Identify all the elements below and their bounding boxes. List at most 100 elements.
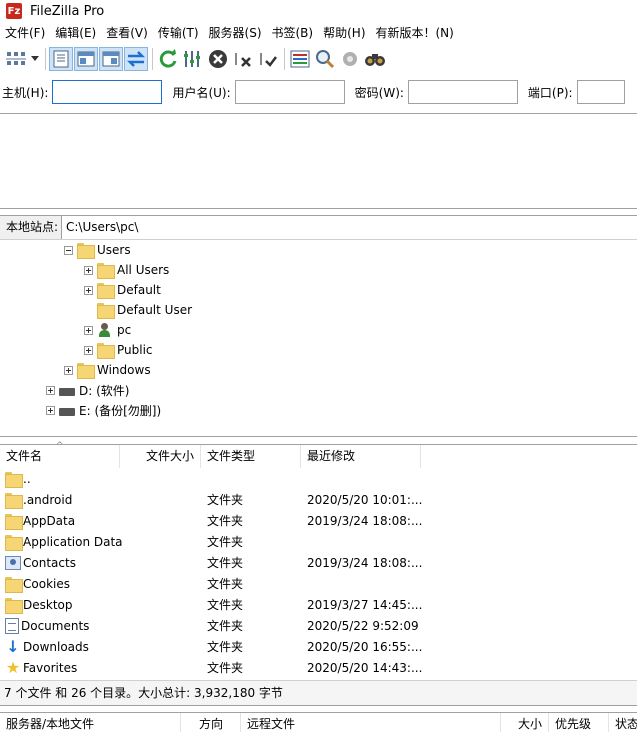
toolbar-separator: [284, 48, 285, 70]
collapse-icon[interactable]: [64, 245, 73, 255]
toolbar-separator: [45, 48, 46, 70]
downloads-arrow-icon: ↓: [6, 636, 20, 656]
folder-icon: [77, 363, 95, 379]
toggle-log-icon[interactable]: [49, 47, 73, 71]
folder-icon: [5, 492, 23, 509]
password-input[interactable]: [407, 80, 518, 104]
list-item[interactable]: AppData 文件夹 2019/3/24 18:08:...: [0, 510, 637, 531]
folder-icon: [97, 263, 115, 279]
file-list-header: ^ 文件名 文件大小 文件类型 最近修改: [0, 441, 637, 468]
folder-icon: [97, 303, 115, 319]
list-item[interactable]: ↓ Downloads 文件夹 2020/5/20 16:55:...: [0, 636, 637, 657]
disconnect-icon[interactable]: [231, 47, 255, 71]
local-path-input[interactable]: C:\Users\pc\: [62, 216, 637, 239]
username-label: 用户名(U):: [172, 85, 231, 100]
column-header-priority[interactable]: 优先级: [549, 712, 609, 732]
host-input[interactable]: [52, 80, 163, 104]
tree-node-users[interactable]: Users: [64, 240, 131, 260]
column-header-direction[interactable]: 方向: [181, 712, 241, 732]
column-header-size[interactable]: 大小: [501, 712, 549, 732]
password-label: 密码(W):: [354, 85, 404, 100]
toggle-sync-browsing-icon[interactable]: [313, 47, 337, 71]
list-item[interactable]: .android 文件夹 2020/5/20 10:01:...: [0, 489, 637, 510]
expand-icon[interactable]: [46, 385, 55, 395]
user-folder-icon: [97, 322, 113, 338]
list-item[interactable]: Documents 文件夹 2020/5/22 9:52:09: [0, 615, 637, 636]
menu-edit[interactable]: 编辑(E): [50, 23, 101, 43]
toggle-queue-icon[interactable]: [124, 47, 148, 71]
menu-new-version[interactable]: 有新版本！(N): [371, 23, 459, 43]
folder-icon: [97, 283, 115, 299]
list-item[interactable]: ..: [0, 468, 637, 489]
port-label: 端口(P):: [527, 85, 573, 100]
quickconnect-bar: 主机(H): 用户名(U): 密码(W): 端口(P):: [0, 76, 637, 108]
toolbar-separator: [152, 48, 153, 70]
site-manager-icon[interactable]: [4, 47, 28, 71]
folder-icon: [97, 343, 115, 359]
expand-icon[interactable]: [84, 285, 93, 295]
expand-icon[interactable]: [84, 325, 93, 335]
list-item[interactable]: Cookies 文件夹: [0, 573, 637, 594]
window-title: FileZilla Pro: [30, 3, 105, 19]
list-item[interactable]: Contacts 文件夹 2019/3/24 18:08:...: [0, 552, 637, 573]
column-header-size[interactable]: 文件大小: [120, 445, 201, 468]
menu-bar: 文件(F) 编辑(E) 查看(V) 传输(T) 服务器(S) 书签(B) 帮助(…: [0, 22, 637, 44]
refresh-icon[interactable]: [156, 47, 180, 71]
folder-icon: [5, 471, 23, 488]
menu-view[interactable]: 查看(V): [101, 23, 153, 43]
directory-listing-filter-icon[interactable]: [288, 47, 312, 71]
list-item[interactable]: Application Data 文件夹: [0, 531, 637, 552]
expand-icon[interactable]: [46, 405, 55, 415]
drive-icon: [59, 408, 75, 416]
tree-node-all-users[interactable]: All Users: [84, 260, 169, 280]
tree-node-pc[interactable]: pc: [84, 320, 131, 340]
transfer-queue-header: 服务器/本地文件 方向 远程文件 大小 优先级 状态: [0, 712, 637, 732]
toggle-local-tree-icon[interactable]: [74, 47, 98, 71]
menu-bookmarks[interactable]: 书签(B): [267, 23, 319, 43]
dropdown-arrow-icon[interactable]: [29, 47, 41, 71]
local-site-bar: 本地站点: C:\Users\pc\: [0, 215, 637, 239]
search-remote-icon[interactable]: [363, 47, 387, 71]
folder-icon: [5, 534, 23, 551]
message-log[interactable]: [0, 113, 637, 209]
tree-node-drive-d[interactable]: D: (软件): [46, 380, 129, 400]
local-file-list: .. .android 文件夹 2020/5/20 10:01:... AppD…: [0, 468, 637, 680]
filezilla-logo-icon: Fz: [6, 3, 22, 19]
column-header-modified[interactable]: 最近修改: [301, 445, 421, 468]
dir-compare-icon[interactable]: [338, 47, 362, 71]
folder-icon: [5, 513, 23, 530]
folder-icon: [5, 576, 23, 593]
expand-icon[interactable]: [84, 265, 93, 275]
column-header-status[interactable]: 状态: [609, 713, 637, 732]
local-directory-tree: Users All Users Default Default User pc …: [0, 239, 637, 437]
sort-ascending-icon: ^: [56, 441, 64, 451]
favorites-star-icon: ★: [5, 657, 21, 677]
expand-icon[interactable]: [64, 365, 73, 375]
port-input[interactable]: [576, 80, 625, 104]
contacts-icon: [5, 555, 21, 570]
toggle-remote-tree-icon[interactable]: [99, 47, 123, 71]
reconnect-icon[interactable]: [256, 47, 280, 71]
local-status-line: 7 个文件 和 26 个目录。大小总计: 3,932,180 字节: [0, 680, 637, 706]
column-header-remote-file[interactable]: 远程文件: [241, 712, 501, 732]
tree-node-default-user[interactable]: Default User: [84, 300, 192, 320]
process-queue-icon[interactable]: [181, 47, 205, 71]
title-bar: Fz FileZilla Pro: [0, 0, 637, 22]
cancel-icon[interactable]: [206, 47, 230, 71]
drive-icon: [59, 388, 75, 396]
menu-file[interactable]: 文件(F): [0, 23, 50, 43]
list-item[interactable]: ★ Favorites 文件夹 2020/5/20 14:43:...: [0, 657, 637, 678]
menu-transfer[interactable]: 传输(T): [153, 23, 204, 43]
tree-node-drive-e[interactable]: E: (备份[勿删]): [46, 400, 161, 420]
expand-icon[interactable]: [84, 345, 93, 355]
tree-node-public[interactable]: Public: [84, 340, 153, 360]
tree-node-default[interactable]: Default: [84, 280, 161, 300]
list-item[interactable]: Desktop 文件夹 2019/3/27 14:45:...: [0, 594, 637, 615]
menu-help[interactable]: 帮助(H): [318, 23, 370, 43]
menu-server[interactable]: 服务器(S): [204, 23, 267, 43]
username-input[interactable]: [234, 80, 345, 104]
tree-node-windows[interactable]: Windows: [64, 360, 151, 380]
host-label: 主机(H):: [2, 85, 49, 100]
column-header-server-local-file[interactable]: 服务器/本地文件: [0, 712, 181, 732]
column-header-type[interactable]: 文件类型: [201, 445, 301, 468]
